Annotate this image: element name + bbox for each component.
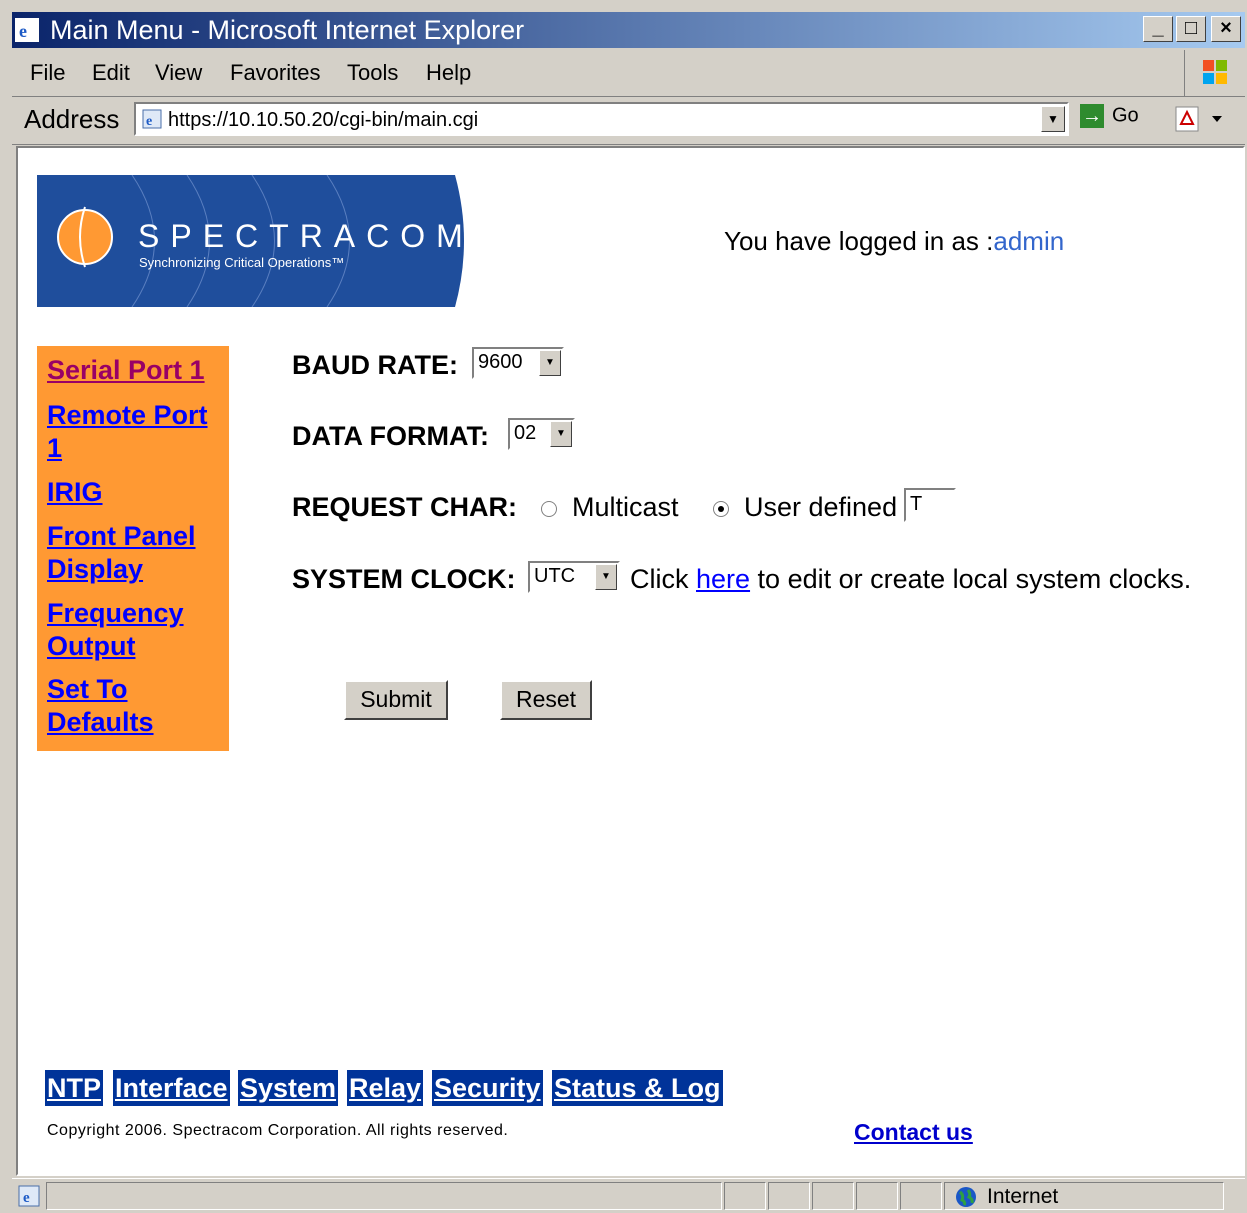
ie-icon: e [15, 18, 39, 42]
multicast-label: Multicast [572, 492, 679, 522]
brand-text: SPECTRACOM [138, 218, 473, 254]
system-clock-select[interactable]: UTC ▼ [528, 561, 620, 593]
status-panel [724, 1182, 766, 1210]
windows-logo-icon [1184, 50, 1245, 96]
svg-text:e: e [19, 21, 27, 41]
go-button[interactable]: → Go [1080, 104, 1139, 128]
copyright-text: Copyright 2006. Spectracom Corporation. … [47, 1122, 509, 1139]
svg-text:e: e [23, 1190, 30, 1206]
status-panel [812, 1182, 854, 1210]
address-dropdown-button[interactable]: ▼ [1041, 106, 1065, 132]
nav-interface[interactable]: Interface [113, 1070, 230, 1106]
go-arrow-icon: → [1080, 104, 1104, 128]
clock-note-after: to edit or create local system clocks. [750, 564, 1192, 594]
close-button[interactable]: × [1211, 16, 1241, 42]
login-user: admin [993, 226, 1065, 256]
title-bar[interactable]: e Main Menu - Microsoft Internet Explore… [12, 12, 1245, 48]
sidebar-item-serial-port-1[interactable]: Serial Port 1 [47, 354, 225, 387]
address-input[interactable]: e https://10.10.50.20/cgi-bin/main.cgi ▼ [134, 102, 1069, 136]
menu-view[interactable]: View [155, 60, 202, 86]
clock-note: Click here to edit or create local syste… [630, 564, 1191, 595]
menu-favorites[interactable]: Favorites [230, 60, 320, 86]
zone-panel [944, 1182, 1224, 1210]
go-label: Go [1112, 104, 1139, 127]
acrobat-icon[interactable] [1172, 104, 1232, 134]
request-char-label: REQUEST CHAR: [292, 492, 518, 522]
page-icon: e [142, 109, 162, 129]
minimize-button[interactable]: _ [1143, 16, 1173, 42]
reset-button[interactable]: Reset [500, 680, 592, 720]
chevron-down-icon: ▼ [595, 564, 617, 590]
chevron-down-icon: ▼ [550, 421, 572, 447]
menu-bar: File Edit View Favorites Tools Help [12, 50, 1245, 97]
status-bar: e Internet [12, 1178, 1245, 1213]
login-info: You have logged in as :admin [724, 226, 1064, 257]
sidebar-nav: Serial Port 1 Remote Port 1 IRIG Front P… [37, 346, 229, 751]
menu-help[interactable]: Help [426, 60, 471, 86]
baud-rate-label: BAUD RATE: [292, 350, 458, 380]
address-label: Address [24, 104, 120, 134]
data-format-value: 02 [514, 422, 537, 444]
multicast-radio[interactable] [541, 501, 557, 517]
address-bar: Address e https://10.10.50.20/cgi-bin/ma… [12, 98, 1245, 145]
user-defined-label: User defined [744, 492, 898, 522]
sidebar-item-remote-port-1[interactable]: Remote Port 1 [47, 399, 225, 465]
system-clock-value: UTC [534, 565, 576, 587]
data-format-select[interactable]: 02 ▼ [508, 418, 575, 450]
sidebar-item-front-panel-display[interactable]: Front Panel Display [47, 520, 225, 586]
brand-tagline: Synchronizing Critical Operations™ [139, 255, 344, 270]
window-title: Main Menu - Microsoft Internet Explorer [50, 15, 525, 45]
user-defined-radio[interactable] [713, 501, 729, 517]
data-format-label: DATA FORMAT: [292, 421, 489, 451]
address-url: https://10.10.50.20/cgi-bin/main.cgi [168, 109, 479, 131]
chevron-down-icon: ▼ [539, 350, 561, 376]
nav-security[interactable]: Security [432, 1070, 543, 1106]
contact-us-link[interactable]: Contact us [854, 1119, 973, 1146]
sidebar-item-set-to-defaults[interactable]: Set To Defaults [47, 673, 225, 739]
status-panel [900, 1182, 942, 1210]
clock-edit-link[interactable]: here [696, 564, 750, 594]
menu-tools[interactable]: Tools [347, 60, 398, 86]
status-panel [768, 1182, 810, 1210]
browser-window: e Main Menu - Microsoft Internet Explore… [0, 0, 1247, 1213]
nav-relay[interactable]: Relay [347, 1070, 424, 1106]
menu-file[interactable]: File [30, 60, 65, 86]
page-status-icon: e [18, 1185, 40, 1207]
nav-system[interactable]: System [238, 1070, 339, 1106]
spectracom-logo: SPECTRACOM Synchronizing Critical Operat… [37, 175, 473, 307]
zone-label: Internet [987, 1185, 1059, 1208]
menu-edit[interactable]: Edit [92, 60, 130, 86]
globe-icon [956, 1187, 976, 1207]
submit-button[interactable]: Submit [344, 680, 448, 720]
status-text-panel [46, 1182, 722, 1210]
system-clock-label: SYSTEM CLOCK: [292, 564, 516, 594]
svg-text:e: e [146, 114, 152, 129]
user-defined-input[interactable]: T [904, 488, 956, 522]
sidebar-item-frequency-output[interactable]: Frequency Output [47, 597, 225, 663]
clock-note-before: Click [630, 564, 696, 594]
nav-ntp[interactable]: NTP [45, 1070, 103, 1106]
sidebar-item-irig[interactable]: IRIG [47, 476, 225, 509]
login-prefix: You have logged in as : [724, 226, 994, 256]
baud-rate-value: 9600 [478, 351, 523, 373]
nav-status-log[interactable]: Status & Log [552, 1070, 723, 1106]
baud-rate-select[interactable]: 9600 ▼ [472, 347, 564, 379]
maximize-button[interactable]: □ [1176, 16, 1206, 42]
page-content: SPECTRACOM Synchronizing Critical Operat… [16, 146, 1245, 1176]
status-panel [856, 1182, 898, 1210]
